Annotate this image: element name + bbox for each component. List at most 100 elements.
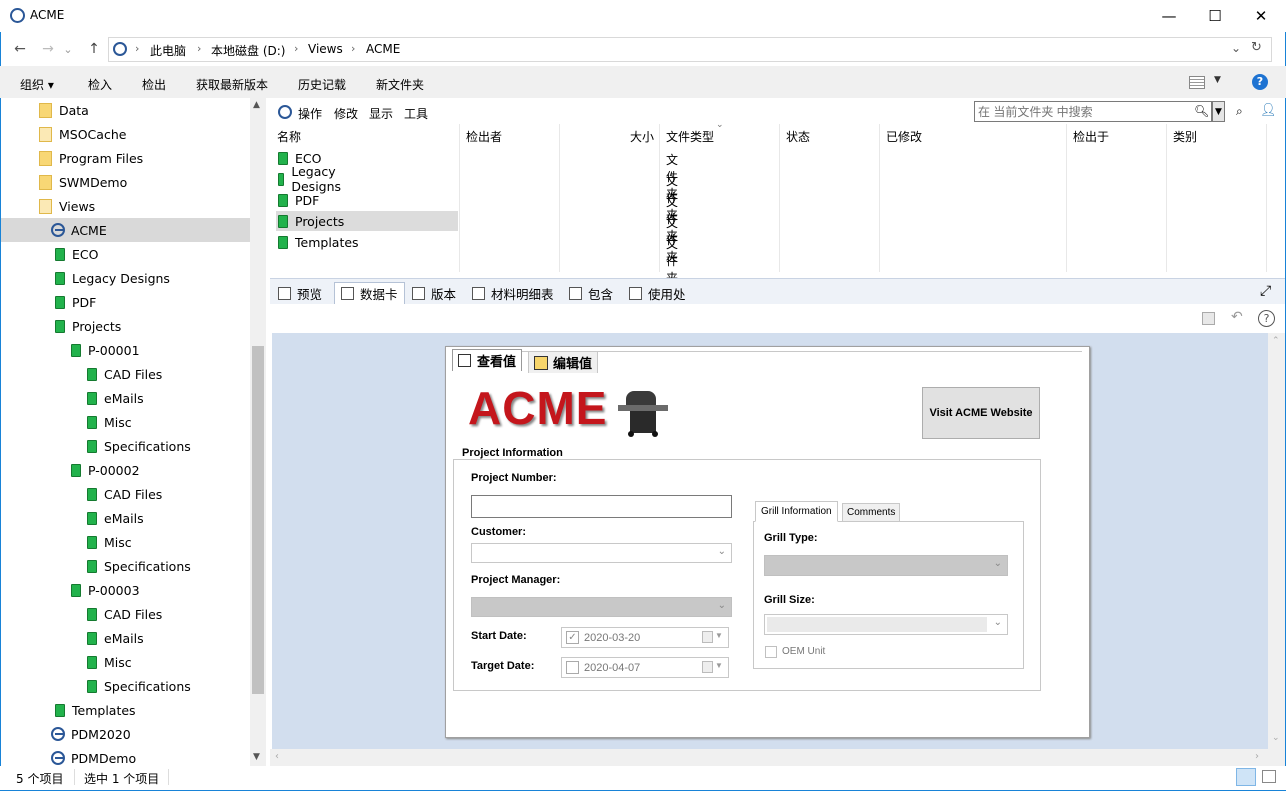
tree-item[interactable]: P-00002 (1, 458, 250, 482)
oem-unit-checkbox[interactable] (765, 646, 777, 658)
expand-icon[interactable]: ⤢ (1260, 283, 1271, 299)
tree-item[interactable]: SWMDemo (1, 170, 250, 194)
scroll-up-icon[interactable]: ▲ (253, 100, 260, 110)
tree-item[interactable]: CAD Files (1, 362, 250, 386)
project-manager-select[interactable]: ⌄ (471, 597, 732, 617)
column-size[interactable]: 大小 (630, 128, 654, 145)
details-view-button[interactable] (1236, 768, 1256, 786)
tree-item[interactable]: Misc (1, 530, 250, 554)
tree-item[interactable]: ACME (1, 218, 250, 242)
help-icon[interactable]: ? (1258, 310, 1275, 327)
tab-datacard[interactable]: 数据卡 (334, 282, 405, 304)
tab-preview[interactable]: 预览 (272, 282, 328, 304)
chevron-down-icon[interactable]: ▼ (715, 661, 723, 670)
forward-button[interactable]: → (36, 37, 60, 61)
start-date-checkbox[interactable]: ✓ (566, 631, 579, 644)
edit-values-tab[interactable]: 编辑值 (528, 351, 599, 373)
tree-item[interactable]: Specifications (1, 554, 250, 578)
address-box[interactable]: › 此电脑 › 本地磁盘 (D:) › Views › ACME ⌄ ↻ (108, 37, 1272, 62)
new-folder-button[interactable]: 新文件夹 (376, 76, 424, 93)
tree-item[interactable]: Program Files (1, 146, 250, 170)
scroll-right-icon[interactable]: › (1255, 751, 1259, 762)
get-latest-button[interactable]: 获取最新版本 (196, 76, 268, 93)
maximize-button[interactable]: ☐ (1192, 0, 1238, 32)
start-date-picker[interactable]: ✓ 2020-03-20 ▼ (561, 627, 729, 648)
tree-item[interactable]: CAD Files (1, 482, 250, 506)
user-icon[interactable]: 👤︎ (1260, 103, 1277, 118)
tree-item[interactable]: Data (1, 98, 250, 122)
checkout-button[interactable]: 检出 (142, 76, 166, 93)
tree-item[interactable]: Misc (1, 410, 250, 434)
tab-version[interactable]: 版本 (406, 282, 462, 304)
target-date-checkbox[interactable] (566, 661, 579, 674)
organize-menu[interactable]: 组织 ▾ (20, 76, 54, 93)
chevron-down-icon[interactable]: ▼ (1214, 75, 1221, 85)
chevron-down-icon[interactable]: ⌄ (1231, 41, 1241, 55)
view-options-icon[interactable] (1189, 76, 1205, 89)
target-date-picker[interactable]: 2020-04-07 ▼ (561, 657, 729, 678)
large-icons-view-button[interactable] (1262, 770, 1276, 783)
help-button[interactable]: ? (1252, 74, 1268, 90)
breadcrumb-views[interactable]: Views (308, 42, 343, 56)
column-modified[interactable]: 已修改 (886, 128, 922, 145)
column-file-type[interactable]: 文件类型 (666, 128, 714, 145)
file-row[interactable]: PDF (276, 190, 319, 210)
actions-menu[interactable]: 操作 (298, 105, 322, 122)
tree-item[interactable]: ECO (1, 242, 250, 266)
customer-select[interactable]: ⌄ (471, 543, 732, 563)
tree-item[interactable]: Projects (1, 314, 250, 338)
sidebar-scroll-thumb[interactable] (252, 346, 264, 694)
tab-contains[interactable]: 包含 (563, 282, 619, 304)
tree-item[interactable]: PDF (1, 290, 250, 314)
tools-menu[interactable]: 工具 (404, 105, 428, 122)
tree-item[interactable]: P-00001 (1, 338, 250, 362)
back-button[interactable]: ← (8, 37, 32, 61)
column-state[interactable]: 状态 (786, 128, 810, 145)
recent-locations-button[interactable]: ⌄ (60, 37, 76, 61)
view-values-tab[interactable]: 查看值 (452, 349, 523, 371)
breadcrumb-this-pc[interactable]: 此电脑 (150, 42, 186, 59)
tab-grill-information[interactable]: Grill Information (755, 501, 838, 522)
file-row[interactable]: Projects (276, 211, 458, 231)
grill-type-select[interactable]: ⌄ (764, 555, 1008, 576)
calendar-icon[interactable] (702, 631, 713, 643)
tree-item[interactable]: PDM2020 (1, 722, 250, 746)
scroll-left-icon[interactable]: ‹ (275, 751, 279, 762)
tree-item[interactable]: Specifications (1, 674, 250, 698)
tree-item[interactable]: Misc (1, 650, 250, 674)
column-checked-out-by[interactable]: 检出者 (466, 128, 502, 145)
tree-item[interactable]: P-00003 (1, 578, 250, 602)
grill-size-select[interactable]: ⌄ (764, 614, 1008, 635)
datacard-horizontal-scrollbar[interactable]: ‹ › (270, 749, 1285, 766)
history-button[interactable]: 历史记载 (298, 76, 346, 93)
column-category[interactable]: 类别 (1173, 128, 1197, 145)
chevron-down-icon[interactable]: ▼ (715, 631, 723, 640)
visit-website-button[interactable]: Visit ACME Website (922, 387, 1040, 439)
undo-icon[interactable]: ↶ (1231, 309, 1243, 325)
datacard-vertical-scrollbar[interactable]: ⌃ ⌄ (1268, 333, 1285, 749)
tree-item[interactable]: CAD Files (1, 602, 250, 626)
display-menu[interactable]: 显示 (369, 105, 393, 122)
modify-menu[interactable]: 修改 (334, 105, 358, 122)
tree-item[interactable]: eMails (1, 386, 250, 410)
tab-where-used[interactable]: 使用处 (623, 282, 692, 304)
scroll-down-icon[interactable]: ⌄ (1272, 733, 1280, 743)
file-row[interactable]: Legacy Designs (276, 164, 345, 194)
search-dropdown-button[interactable]: ▼ (1212, 101, 1225, 122)
tree-item[interactable]: Legacy Designs (1, 266, 250, 290)
tree-item[interactable]: Specifications (1, 434, 250, 458)
tree-item[interactable]: Templates (1, 698, 250, 722)
search-input[interactable] (974, 101, 1212, 122)
tree-item[interactable]: Views (1, 194, 250, 218)
tree-item[interactable]: eMails (1, 506, 250, 530)
minimize-button[interactable]: — (1146, 0, 1192, 32)
save-icon[interactable] (1202, 312, 1215, 325)
calendar-icon[interactable] (702, 661, 713, 673)
checkin-button[interactable]: 检入 (88, 76, 112, 93)
scroll-down-icon[interactable]: ▼ (253, 752, 260, 762)
up-button[interactable]: ↑ (82, 37, 106, 61)
tab-bom[interactable]: 材料明细表 (466, 282, 560, 304)
search-icon[interactable]: 🔍︎ (1194, 104, 1209, 118)
close-button[interactable]: ✕ (1238, 0, 1284, 32)
scroll-up-icon[interactable]: ⌃ (1272, 336, 1280, 346)
